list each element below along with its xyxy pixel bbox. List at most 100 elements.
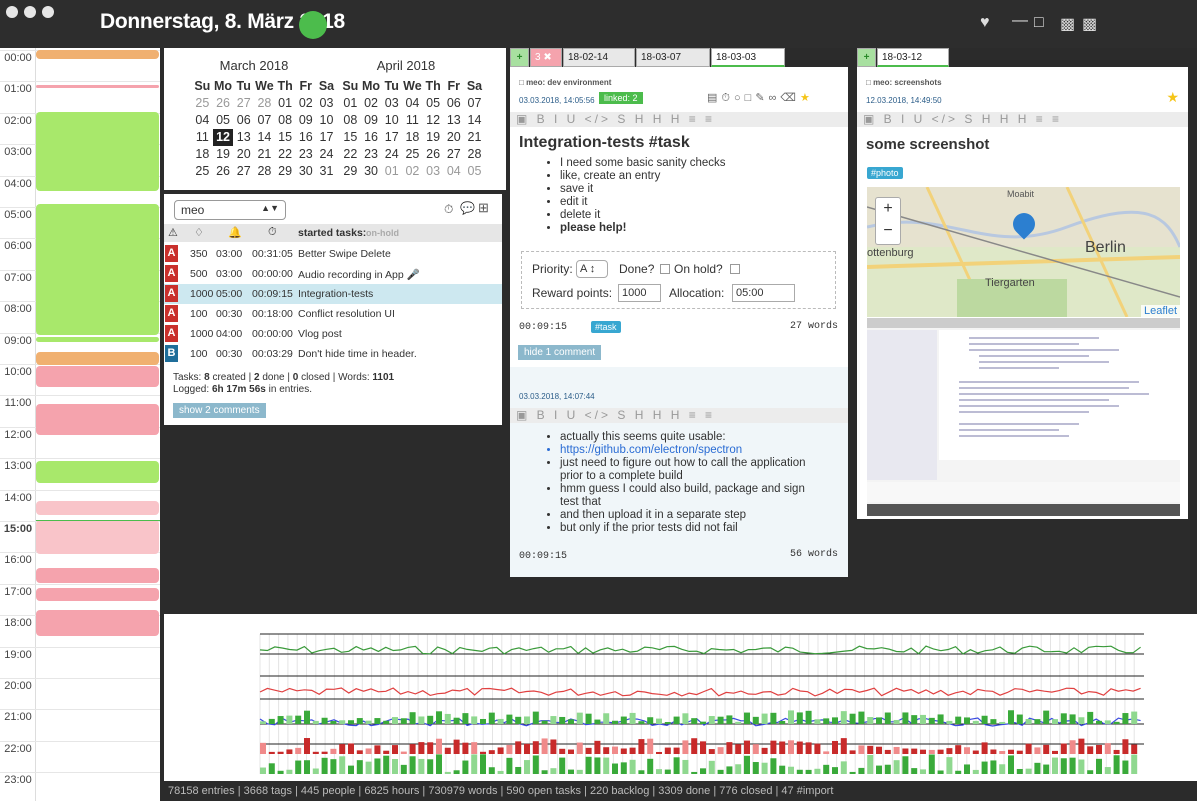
entry-tag[interactable]: #task xyxy=(591,321,621,333)
calendar-day[interactable]: 25 xyxy=(192,95,213,112)
calendar-day[interactable]: 05 xyxy=(464,163,485,180)
calendar-day[interactable]: 21 xyxy=(254,146,275,163)
linked-badge[interactable]: linked: 2 xyxy=(599,92,643,104)
calendar-day[interactable]: 24 xyxy=(316,146,337,163)
minimize-icon[interactable]: — xyxy=(1012,12,1028,30)
stats-chart[interactable] xyxy=(164,614,1197,781)
time-block[interactable] xyxy=(36,366,159,387)
task-row[interactable]: B 100 00:30 00:03:29 Don't hide time in head… xyxy=(164,344,502,364)
calendar-day[interactable]: 03 xyxy=(316,95,337,112)
map[interactable]: + − Moabit Berlin ottenburg Tiergarten Le… xyxy=(867,187,1180,317)
calendar-day[interactable]: 07 xyxy=(464,95,485,112)
calendar-day[interactable]: 15 xyxy=(275,129,296,146)
map-icon[interactable]: ▤ xyxy=(707,92,721,104)
calendar-day[interactable]: 17 xyxy=(316,129,337,146)
window-minimize-button[interactable] xyxy=(24,6,36,18)
task-row[interactable]: A 100 00:30 00:18:00 Conflict resolution UI xyxy=(164,304,502,324)
calendar-day[interactable]: 22 xyxy=(340,146,361,163)
calendar-day[interactable]: 29 xyxy=(275,163,296,180)
trash-icon[interactable]: ⌫ xyxy=(780,92,800,104)
calendar-day[interactable]: 26 xyxy=(213,95,234,112)
calendar-day[interactable]: 09 xyxy=(295,112,316,129)
calendar-day[interactable]: 26 xyxy=(213,163,234,180)
calendar-day[interactable]: 02 xyxy=(295,95,316,112)
time-block[interactable] xyxy=(36,568,159,583)
done-checkbox[interactable] xyxy=(660,264,670,274)
calendar-day[interactable]: 22 xyxy=(275,146,296,163)
calendar-day[interactable]: 24 xyxy=(381,146,402,163)
time-block[interactable] xyxy=(36,588,159,601)
edit-icon[interactable]: ✎ xyxy=(755,92,768,104)
entry-duration[interactable]: 00:09:15 xyxy=(519,322,567,333)
calendar-day[interactable]: 16 xyxy=(361,129,382,146)
calendar-day[interactable]: 08 xyxy=(275,112,296,129)
calendar-day[interactable]: 13 xyxy=(443,112,464,129)
time-block[interactable] xyxy=(36,461,159,483)
calendar-day[interactable]: 01 xyxy=(340,95,361,112)
calendar-day[interactable]: 06 xyxy=(443,95,464,112)
calendar-day[interactable]: 16 xyxy=(295,129,316,146)
calendar-day[interactable]: 10 xyxy=(381,112,402,129)
calendar-day[interactable]: 15 xyxy=(340,129,361,146)
entry-tag[interactable]: #photo xyxy=(867,167,903,179)
task-row[interactable]: A 500 03:00 00:00:00 Audio recording in App … xyxy=(164,264,502,284)
monitor-icon[interactable]: □ xyxy=(1034,14,1044,32)
calendar-day[interactable]: 01 xyxy=(381,163,402,180)
calendar-day[interactable]: 18 xyxy=(192,146,213,163)
task-row[interactable]: A 1000 05:00 00:09:15 Integration-tests xyxy=(164,284,502,304)
editor-toolbar[interactable]: ▣ B I U </> S H H H ≡ ≡ xyxy=(510,112,848,127)
calendar-day[interactable]: 27 xyxy=(233,163,254,180)
calendar-day[interactable]: 18 xyxy=(402,129,423,146)
calendar-day[interactable]: 04 xyxy=(443,163,464,180)
time-block[interactable] xyxy=(36,50,159,59)
calendar-day[interactable]: 30 xyxy=(361,163,382,180)
calendar-day[interactable]: 01 xyxy=(275,95,296,112)
time-block[interactable] xyxy=(36,501,159,515)
link-icon[interactable]: ∞ xyxy=(769,92,781,104)
calendar-day[interactable]: 19 xyxy=(423,129,444,146)
comment-icon[interactable]: 💬 xyxy=(460,201,475,215)
calendar-day[interactable]: 12 xyxy=(212,129,234,146)
calendar-day[interactable]: 25 xyxy=(192,163,213,180)
time-block[interactable] xyxy=(36,610,159,636)
bullet-item[interactable]: https://github.com/electron/spectron xyxy=(560,444,806,457)
onhold-checkbox[interactable] xyxy=(730,264,740,274)
tab-entry-active[interactable]: 18-03-12 14:49 ✖ xyxy=(877,48,949,81)
calendar-day[interactable]: 28 xyxy=(464,146,485,163)
time-block[interactable] xyxy=(36,404,159,435)
calendar-day[interactable]: 02 xyxy=(402,163,423,180)
time-block[interactable] xyxy=(36,352,159,365)
timer-icon[interactable]: ⏱ xyxy=(444,202,453,217)
calendar-day[interactable]: 27 xyxy=(443,146,464,163)
calendar-day[interactable]: 23 xyxy=(295,146,316,163)
tab-entry[interactable]: 18-02-14 12:46 ✖ xyxy=(563,48,635,81)
show-comments-button[interactable]: show 2 comments xyxy=(173,403,266,418)
task-row[interactable]: A 350 03:00 00:31:05 Better Swipe Delete xyxy=(164,244,502,264)
calendar-day[interactable]: 05 xyxy=(423,95,444,112)
zoom-in-button[interactable]: + xyxy=(876,198,900,220)
calendar-day[interactable]: 07 xyxy=(254,112,275,129)
calendar-day[interactable]: 28 xyxy=(254,95,275,112)
timer-icon[interactable]: ⏱ xyxy=(721,92,734,104)
priority-select[interactable]: A ↕ xyxy=(576,260,608,278)
calendar-day[interactable]: 23 xyxy=(361,146,382,163)
calendar-day[interactable]: 04 xyxy=(402,95,423,112)
editor-toolbar[interactable]: ▣ B I U </> S H H H ≡ ≡ xyxy=(857,112,1188,127)
qr-icon-2[interactable]: ▩ xyxy=(1082,14,1097,34)
calendar-day[interactable]: 14 xyxy=(464,112,485,129)
map-attribution[interactable]: Leaflet xyxy=(1140,305,1180,317)
calendar-day[interactable]: 14 xyxy=(254,129,275,146)
calendar-day[interactable]: 02 xyxy=(361,95,382,112)
calendar-day[interactable]: 21 xyxy=(464,129,485,146)
screenshot-image[interactable] xyxy=(867,318,1180,516)
comment-icon[interactable]: ○ xyxy=(734,92,745,104)
calendar-day[interactable]: 28 xyxy=(254,163,275,180)
add-tab-button[interactable]: + xyxy=(857,48,876,67)
reward-input[interactable]: 1000 xyxy=(618,284,661,302)
calendar-day[interactable]: 11 xyxy=(402,112,423,129)
time-block[interactable] xyxy=(36,337,159,342)
tab-entry[interactable]: 18-03-07 19:12 ✖ xyxy=(636,48,710,81)
calendar-day[interactable]: 17 xyxy=(381,129,402,146)
story-select[interactable]: meo ▲▼ xyxy=(174,200,286,220)
time-block[interactable] xyxy=(36,204,159,335)
